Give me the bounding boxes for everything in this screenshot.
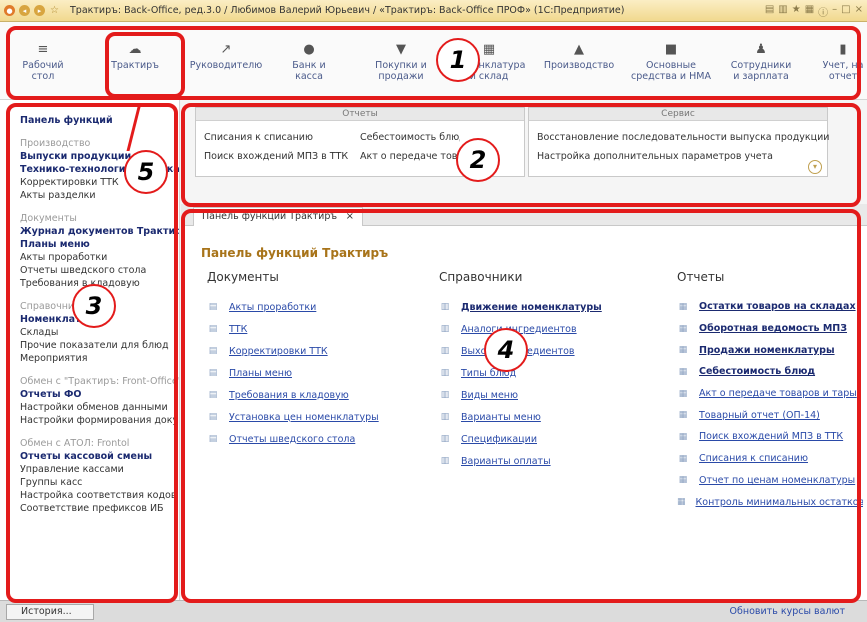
annotation-number-5: 5: [124, 150, 168, 194]
annotation-number-1: 1: [436, 38, 480, 82]
annotation-frame-5: [105, 32, 185, 98]
info-icon[interactable]: ⓘ: [818, 4, 828, 19]
star-icon[interactable]: ☆: [49, 5, 60, 16]
forward-icon[interactable]: ▸: [34, 5, 45, 16]
minimize-icon[interactable]: –: [832, 4, 837, 19]
close-icon[interactable]: ×: [855, 4, 863, 19]
back-icon[interactable]: ◂: [19, 5, 30, 16]
update-rates-link[interactable]: Обновить курсы валют: [730, 606, 845, 617]
titlebar-tools: ▤ ▥ ★ ▦ ⓘ – □ ×: [765, 4, 863, 19]
print-icon[interactable]: ▥: [778, 4, 787, 19]
app-menu-icon[interactable]: ●: [4, 5, 15, 16]
maximize-icon[interactable]: □: [841, 4, 850, 19]
annotation-number-3: 3: [72, 284, 116, 328]
copy-icon[interactable]: ▤: [765, 4, 774, 19]
favorites-icon[interactable]: ★: [792, 4, 801, 19]
window-title: Трактиръ: Back-Office, ред.3.0 / Любимов…: [70, 5, 625, 16]
history-button[interactable]: История...: [6, 604, 94, 620]
annotation-number-4: 4: [484, 328, 528, 372]
annotation-number-2: 2: [456, 138, 500, 182]
annotation-frame-2: [181, 103, 861, 207]
annotation-frame-4: [181, 209, 861, 603]
status-bar: История... Обновить курсы валют: [0, 600, 867, 622]
calculator-icon[interactable]: ▦: [805, 4, 814, 19]
window-titlebar: ● ◂ ▸ ☆ Трактиръ: Back-Office, ред.3.0 /…: [0, 0, 867, 22]
